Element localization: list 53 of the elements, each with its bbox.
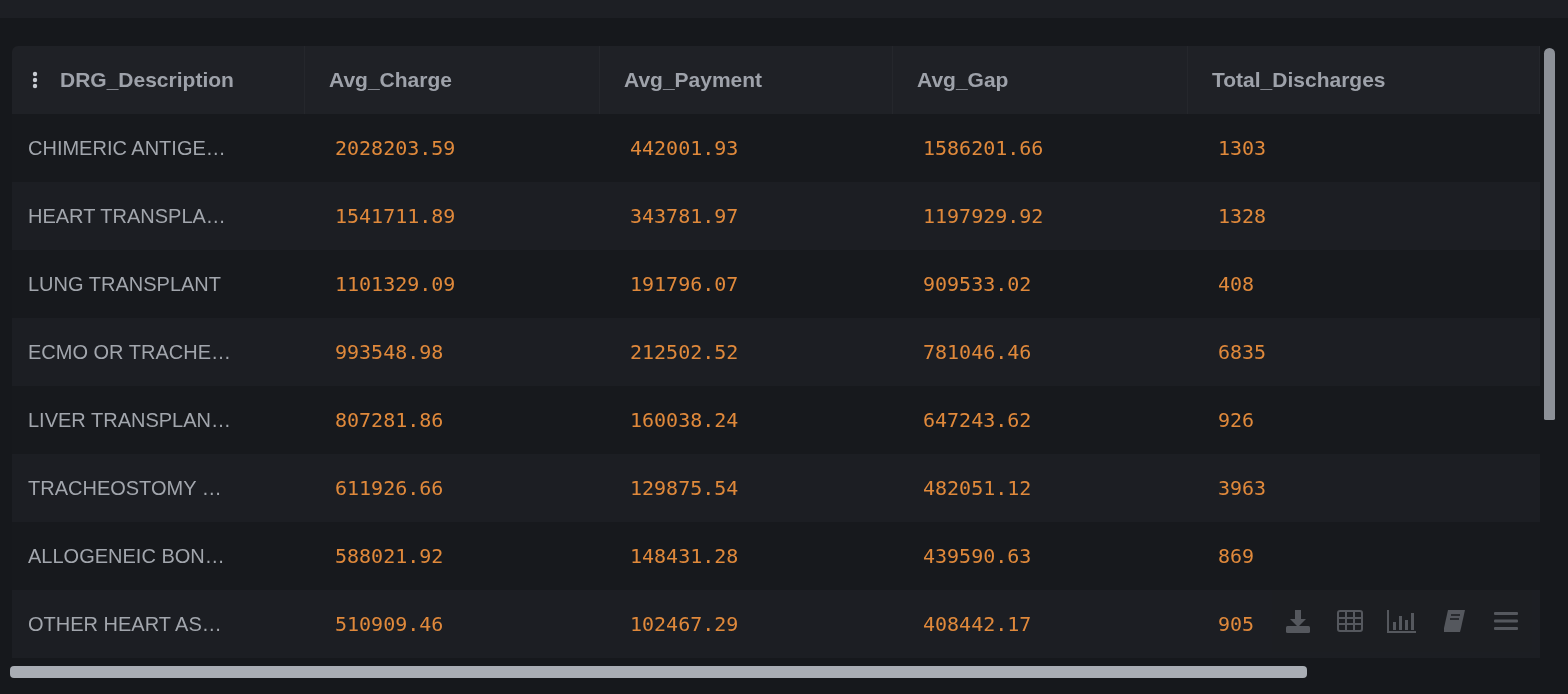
table-cell-text: 148431.28 <box>629 543 740 570</box>
column-title: DRG_Description <box>60 68 234 92</box>
table-cell-text: 1101329.09 <box>334 271 457 298</box>
table-icon <box>1337 610 1363 632</box>
table-cell-text: 408 <box>1217 271 1256 298</box>
table-cell-text: 2028203.59 <box>334 135 457 162</box>
column-title: Avg_Charge <box>329 68 452 92</box>
table-cell-text: 1303 <box>1217 135 1268 162</box>
table-cell-text: 6835 <box>1217 339 1268 366</box>
table-cell-text: CHIMERIC ANTIGE… <box>27 135 227 161</box>
vertical-scrollbar[interactable] <box>1544 48 1555 420</box>
table-cell-text: 510909.46 <box>334 611 445 638</box>
table-cell-text: 191796.07 <box>629 271 740 298</box>
table-cell-text: ALLOGENEIC BON… <box>27 543 226 569</box>
table-cell-text: 3963 <box>1217 475 1268 502</box>
table-cell-text: LUNG TRANSPLANT <box>27 271 222 297</box>
table-cell-text: 482051.12 <box>922 475 1033 502</box>
table-cell-text: 1541711.89 <box>334 203 457 230</box>
table-cell-text: 647243.62 <box>922 407 1033 434</box>
table-cell-text: 1586201.66 <box>922 135 1045 162</box>
table-cell-text: OTHER HEART AS… <box>27 611 223 637</box>
table-cell-text: 102467.29 <box>629 611 740 638</box>
column-title: Avg_Payment <box>624 68 763 92</box>
menu-icon <box>1494 611 1518 631</box>
table-cell-text: LIVER TRANSPLAN… <box>27 407 233 433</box>
table-cell-text: 588021.92 <box>334 543 445 570</box>
kebab-menu-icon[interactable] <box>32 71 38 89</box>
table-cell-text: 439590.63 <box>922 543 1033 570</box>
horizontal-scrollbar[interactable] <box>10 666 1307 678</box>
table-cell-text: 781046.46 <box>922 339 1033 366</box>
column-title: Avg_Gap <box>917 68 1009 92</box>
table-cell-text: 905 <box>1217 611 1256 638</box>
table-cell-text: TRACHEOSTOMY … <box>27 475 223 501</box>
table-cell-text: ECMO OR TRACHE… <box>27 339 232 365</box>
bar-chart-icon <box>1387 609 1417 633</box>
table-cell-text: 129875.54 <box>629 475 740 502</box>
table-cell-text: 926 <box>1217 407 1256 434</box>
table-cell-text: 1328 <box>1217 203 1268 230</box>
table-cell-text: 408442.17 <box>922 611 1033 638</box>
table-cell-text: 1197929.92 <box>922 203 1045 230</box>
table-cell-text: 807281.86 <box>334 407 445 434</box>
table-cell-text: HEART TRANSPLA… <box>27 203 227 229</box>
download-icon <box>1284 608 1312 634</box>
table-cell-text: 909533.02 <box>922 271 1033 298</box>
column-title: Total_Discharges <box>1212 68 1386 92</box>
table-cell-text: 611926.66 <box>334 475 445 502</box>
table-cell-text: 343781.97 <box>629 203 740 230</box>
table-cell-text: 869 <box>1217 543 1256 570</box>
book-icon <box>1442 609 1466 633</box>
table-cell-text: 160038.24 <box>629 407 740 434</box>
table-cell-text: 442001.93 <box>629 135 740 162</box>
table-cell-text: 993548.98 <box>334 339 445 366</box>
table-cell-text: 212502.52 <box>629 339 740 366</box>
